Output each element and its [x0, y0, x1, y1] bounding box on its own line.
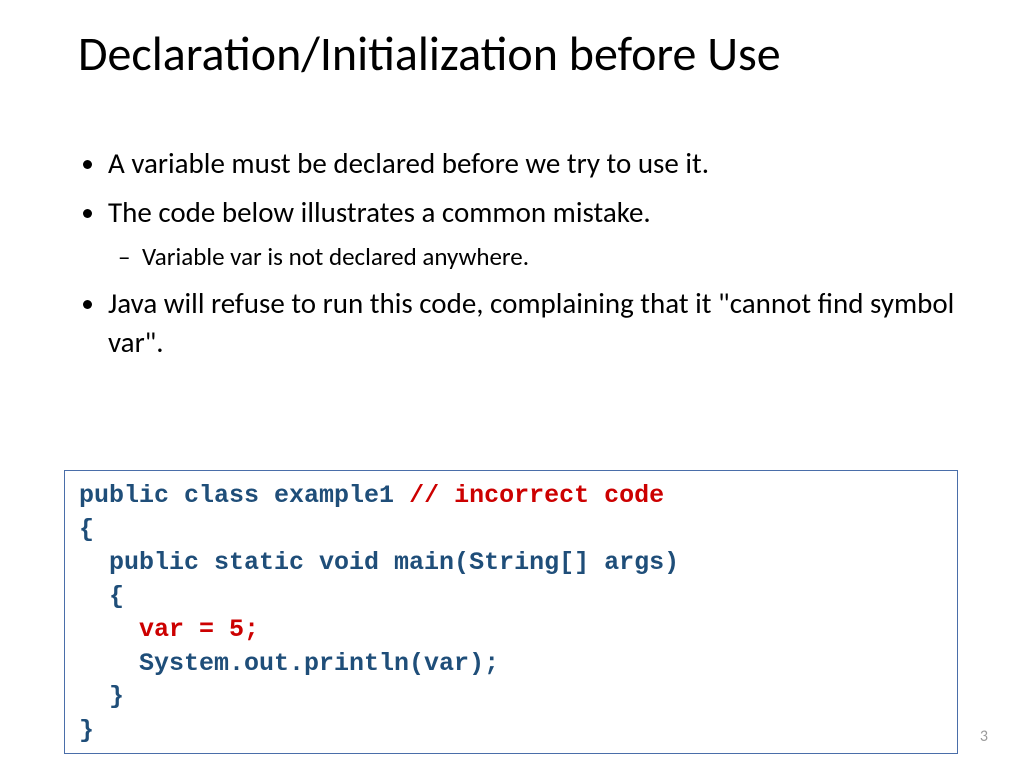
- bullet-item: Java will refuse to run this code, compl…: [108, 284, 964, 362]
- code-block: public class example1 // incorrect code …: [64, 470, 958, 754]
- page-number: 3: [980, 727, 988, 746]
- code-comment: // incorrect code: [409, 481, 664, 510]
- code-line: public class example1: [79, 481, 409, 510]
- slide-body: A variable must be declared before we tr…: [78, 144, 964, 372]
- bullet-text: The code below illustrates a common mist…: [108, 194, 651, 230]
- bullet-list: A variable must be declared before we tr…: [78, 144, 964, 362]
- slide: Declaration/Initialization before Use A …: [0, 0, 1024, 768]
- code-line: public static void main(String[] args): [79, 548, 679, 577]
- code-line: System.out.println(var);: [79, 649, 499, 678]
- code-line: {: [79, 515, 94, 544]
- code-error-line: var = 5;: [79, 615, 259, 644]
- sub-bullet-list: Variable var is not declared anywhere.: [108, 240, 964, 274]
- code-line: }: [79, 716, 94, 745]
- bullet-item: A variable must be declared before we tr…: [108, 144, 964, 183]
- slide-title: Declaration/Initialization before Use: [78, 24, 964, 83]
- code-line: {: [79, 582, 124, 611]
- bullet-item: The code below illustrates a common mist…: [108, 193, 964, 274]
- code-line: }: [79, 682, 124, 711]
- sub-bullet-item: Variable var is not declared anywhere.: [142, 240, 964, 274]
